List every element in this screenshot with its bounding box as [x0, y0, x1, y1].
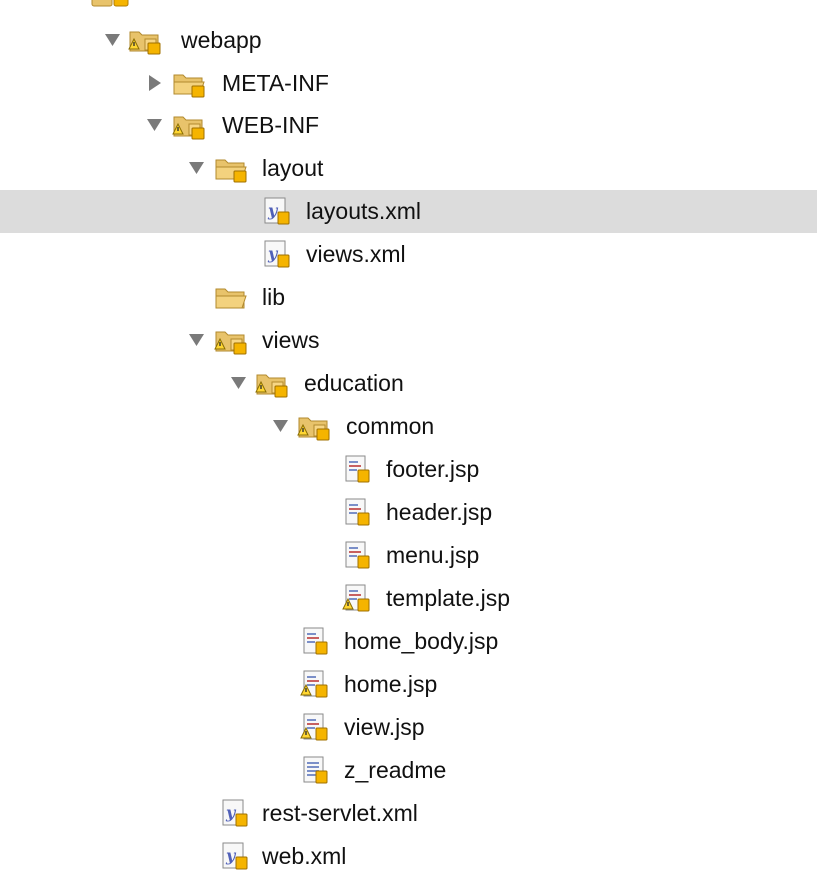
tree-item-label: education [304, 370, 404, 396]
package-folder-warning-icon [128, 31, 161, 55]
partial-folder-icon [91, 0, 129, 7]
tree-item-label: layout [262, 155, 324, 181]
jsp-file-icon [303, 627, 328, 655]
tree-item-label: web.xml [262, 843, 347, 869]
tree-item-label: header.jsp [386, 499, 493, 525]
text-file-icon [303, 756, 328, 784]
tree-item-label: META-INF [222, 70, 329, 96]
tree-item-view-jsp[interactable]: view.jsp [0, 706, 817, 749]
expand-arrow-down-icon[interactable] [230, 374, 247, 392]
tree-item-label: rest-servlet.xml [262, 800, 418, 826]
expand-arrow-right-icon[interactable] [146, 74, 163, 92]
jsp-file-warning-icon [342, 584, 370, 612]
tree-item-label: lib [262, 284, 286, 310]
package-folder-warning-icon [172, 116, 205, 140]
tree-item-label: view.jsp [344, 714, 425, 740]
tree-item-label: home.jsp [344, 671, 438, 697]
tree-item-z-readme[interactable]: z_readme [0, 749, 817, 792]
jsp-file-warning-icon [300, 670, 328, 698]
svg-text:y: y [225, 803, 237, 822]
tree-item-rest-servlet-xml[interactable]: y rest-servlet.xml [0, 792, 817, 835]
tree-item-label: common [346, 413, 435, 439]
jsp-file-icon [345, 498, 370, 526]
tree-item-web-inf[interactable]: WEB-INF [0, 104, 817, 147]
tree-item-web-xml[interactable]: y web.xml [0, 835, 817, 878]
folder-icon [215, 288, 247, 309]
tree-item-footer-jsp[interactable]: footer.jsp [0, 448, 817, 491]
expand-arrow-down-icon[interactable] [272, 417, 289, 435]
tree-item-template-jsp[interactable]: template.jsp [0, 577, 817, 620]
tree-item-home-body-jsp[interactable]: home_body.jsp [0, 620, 817, 663]
jsp-file-warning-icon [300, 713, 328, 741]
tree-item-label: z_readme [344, 757, 447, 783]
tree-item-home-jsp[interactable]: home.jsp [0, 663, 817, 706]
tree-item-label: WEB-INF [222, 112, 320, 138]
folder-open-icon [215, 159, 247, 183]
tree-item-label: layouts.xml [306, 198, 422, 224]
xml-file-icon: y [264, 197, 290, 225]
tree-item-label: home_body.jsp [344, 628, 499, 654]
tree-item-common[interactable]: common [0, 405, 817, 448]
package-folder-warning-icon [255, 374, 288, 398]
tree-item-label: views [262, 327, 320, 353]
tree-item-label: views.xml [306, 241, 406, 267]
package-folder-warning-icon [214, 331, 247, 355]
tree-item-layouts-xml[interactable]: y layouts.xml [0, 190, 817, 233]
folder-warning-icon [173, 74, 205, 98]
tree-item-label: footer.jsp [386, 456, 480, 482]
project-explorer-tree: webapp META-INF WEB-INF layout y layouts… [0, 0, 817, 894]
xml-file-icon: y [222, 799, 248, 827]
tree-item-menu-jsp[interactable]: menu.jsp [0, 534, 817, 577]
jsp-file-icon [345, 455, 370, 483]
svg-text:y: y [267, 201, 279, 220]
jsp-file-icon [345, 541, 370, 569]
tree-item-label: menu.jsp [386, 542, 480, 568]
tree-item-label: webapp [181, 27, 262, 53]
expand-arrow-down-icon[interactable] [188, 159, 205, 177]
tree-item-views-xml[interactable]: y views.xml [0, 233, 817, 276]
tree-item-header-jsp[interactable]: header.jsp [0, 491, 817, 534]
xml-file-icon: y [222, 842, 248, 870]
expand-arrow-down-icon[interactable] [104, 31, 121, 49]
tree-item-layout[interactable]: layout [0, 147, 817, 190]
expand-arrow-down-icon[interactable] [146, 116, 163, 134]
tree-item-label: template.jsp [386, 585, 511, 611]
tree-item-webapp[interactable]: webapp [0, 19, 817, 62]
tree-item-views[interactable]: views [0, 319, 817, 362]
svg-text:y: y [225, 846, 237, 865]
svg-text:y: y [267, 244, 279, 263]
package-folder-warning-icon [297, 417, 330, 441]
tree-item-education[interactable]: education [0, 362, 817, 405]
expand-arrow-down-icon[interactable] [188, 331, 205, 349]
tree-item-lib[interactable]: lib [0, 276, 817, 319]
xml-file-icon: y [264, 240, 290, 268]
tree-item-meta-inf[interactable]: META-INF [0, 62, 817, 105]
